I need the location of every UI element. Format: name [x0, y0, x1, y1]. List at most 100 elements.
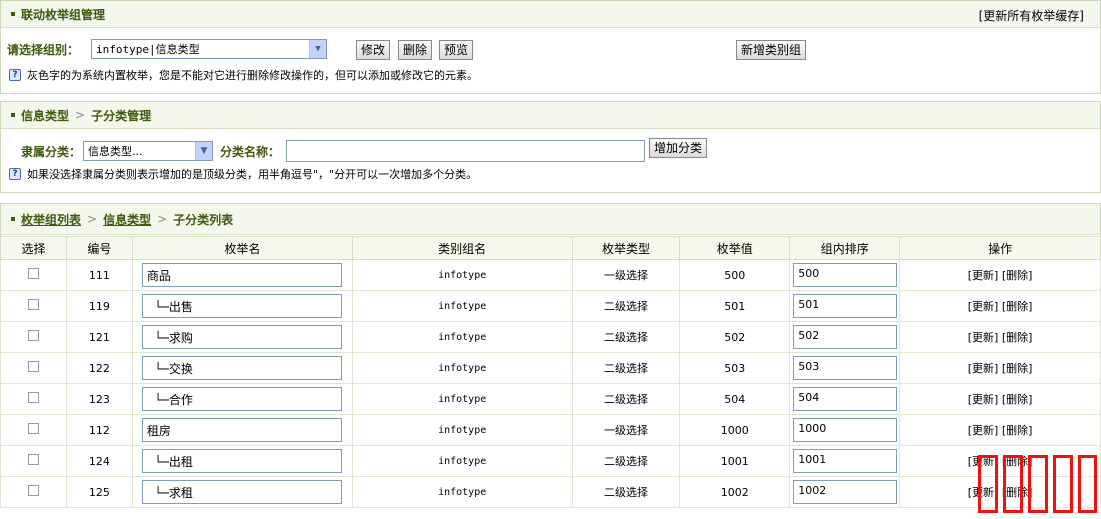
table-body: 111 商品 infotype 一级选择 500 500 [更新] [删除] 1… [0, 259, 1101, 508]
enum-name-input[interactable]: └─出租 [141, 449, 342, 473]
enum-name-cell: └─交换 [131, 352, 353, 384]
subcategory-header: 信息类型 > 子分类管理 [1, 102, 1100, 129]
subcategory-list-panel: 枚举组列表 > 信息类型 > 子分类列表 [0, 203, 1101, 236]
table-row: 124 └─出租 infotype 二级选择 1001 1001 [更新] [删… [0, 445, 1101, 477]
group-select[interactable]: infotype|信息类型 ▼ [91, 39, 327, 59]
red-box-overlay [1028, 455, 1048, 513]
row-enum-type: 二级选择 [571, 445, 681, 477]
row-id: 124 [65, 445, 133, 477]
col-group-name: 类别组名 [351, 236, 573, 260]
order-input[interactable]: 1000 [793, 418, 898, 442]
row-id: 119 [65, 290, 133, 322]
table-header-row: 选择 编号 枚举名 类别组名 枚举类型 枚举值 组内排序 操作 [0, 236, 1101, 260]
row-actions: [更新] [删除] [899, 352, 1101, 384]
parent-category-select[interactable]: 信息类型... ▼ [83, 141, 213, 161]
row-actions: [更新] [删除] [899, 259, 1101, 291]
delete-link[interactable]: [删除] [1002, 393, 1033, 406]
row-enum-type: 二级选择 [571, 383, 681, 415]
chevron-down-icon[interactable]: ▼ [309, 40, 326, 58]
row-checkbox[interactable] [27, 485, 39, 496]
update-link[interactable]: [更新] [968, 331, 999, 344]
enum-name-input[interactable]: └─交换 [141, 356, 342, 380]
edit-button[interactable]: 修改 [356, 40, 391, 60]
row-enum-value: 504 [679, 383, 791, 415]
chevron-down-icon[interactable]: ▼ [195, 142, 212, 160]
delete-link[interactable]: [删除] [1002, 331, 1033, 344]
order-input[interactable]: 1001 [793, 449, 898, 473]
red-box-overlay [1078, 455, 1097, 513]
red-box-overlay [1053, 455, 1073, 513]
order-input[interactable]: 503 [793, 356, 898, 380]
enum-name-cell: └─求租 [131, 476, 353, 508]
col-enum-name: 枚举名 [131, 236, 353, 260]
table-row: 112 租房 infotype 一级选择 1000 1000 [更新] [删除] [0, 414, 1101, 446]
enum-name-input[interactable]: └─出售 [141, 294, 342, 318]
delete-link[interactable]: [删除] [1002, 424, 1033, 437]
row-checkbox[interactable] [27, 330, 39, 341]
table-row: 123 └─合作 infotype 二级选择 504 504 [更新] [删除] [0, 383, 1101, 415]
breadcrumb-separator: > [157, 212, 168, 226]
row-checkbox-cell [0, 383, 67, 415]
update-link[interactable]: [更新] [968, 362, 999, 375]
update-link[interactable]: [更新] [968, 424, 999, 437]
update-link[interactable]: [更新] [968, 393, 999, 406]
row-checkbox[interactable] [27, 423, 39, 434]
row-enum-type: 一级选择 [571, 259, 681, 291]
subcategory-manage-panel: 信息类型 > 子分类管理 隶属分类： 信息类型... ▼ 分类名称： 增加分类 … [0, 101, 1101, 193]
row-id: 112 [65, 414, 133, 446]
row-checkbox-cell [0, 445, 67, 477]
delete-button[interactable]: 删除 [398, 40, 433, 60]
order-cell: 503 [789, 352, 901, 384]
update-link[interactable]: [更新] [968, 300, 999, 313]
col-enum-type: 枚举类型 [571, 236, 681, 260]
crumb-enum-group-list[interactable]: 枚举组列表 [21, 211, 81, 228]
order-input[interactable]: 500 [793, 263, 898, 287]
group-select-row: 请选择组别： infotype|信息类型 ▼ [7, 39, 327, 59]
col-actions: 操作 [899, 236, 1101, 260]
row-group-name: infotype [351, 414, 573, 446]
enum-table: 选择 编号 枚举名 类别组名 枚举类型 枚举值 组内排序 操作 111 商品 i… [0, 236, 1101, 508]
row-enum-value: 1001 [679, 445, 791, 477]
row-enum-type: 一级选择 [571, 414, 681, 446]
subcategory-note: ? 如果没选择隶属分类则表示增加的是顶级分类，用半角逗号"，"分开可以一次增加多… [9, 166, 477, 182]
new-group-button[interactable]: 新增类别组 [736, 40, 807, 60]
row-checkbox[interactable] [27, 361, 39, 372]
order-input[interactable]: 1002 [793, 480, 898, 504]
row-checkbox[interactable] [27, 392, 39, 403]
add-category-button[interactable]: 增加分类 [649, 138, 708, 158]
row-checkbox[interactable] [27, 454, 39, 465]
delete-link[interactable]: [删除] [1002, 300, 1033, 313]
table-row: 125 └─求租 infotype 二级选择 1002 1002 [更新] [删… [0, 476, 1101, 508]
red-box-overlay [978, 455, 998, 513]
update-link[interactable]: [更新] [968, 269, 999, 282]
order-cell: 500 [789, 259, 901, 291]
order-cell: 504 [789, 383, 901, 415]
enum-name-input[interactable]: └─求租 [141, 480, 342, 504]
category-name-input[interactable] [286, 140, 645, 162]
order-input[interactable]: 501 [793, 294, 898, 318]
enum-name-input[interactable]: └─求购 [141, 325, 342, 349]
row-checkbox-cell [0, 290, 67, 322]
row-checkbox[interactable] [27, 268, 39, 279]
delete-link[interactable]: [删除] [1002, 362, 1033, 375]
row-id: 121 [65, 321, 133, 353]
enum-name-input[interactable]: └─合作 [141, 387, 342, 411]
crumb-info-type-link[interactable]: 信息类型 [103, 211, 151, 228]
enum-name-cell: 租房 [131, 414, 353, 446]
row-actions: [更新] [删除] [899, 321, 1101, 353]
preview-button[interactable]: 预览 [439, 40, 474, 60]
enum-name-input[interactable]: 租房 [141, 418, 342, 442]
row-checkbox[interactable] [27, 299, 39, 310]
row-enum-value: 500 [679, 259, 791, 291]
order-input[interactable]: 504 [793, 387, 898, 411]
refresh-cache-link[interactable]: [更新所有枚举缓存] [979, 7, 1084, 24]
enum-name-cell: └─合作 [131, 383, 353, 415]
enum-name-input[interactable]: 商品 [141, 263, 342, 287]
row-checkbox-cell [0, 414, 67, 446]
parent-category-label: 隶属分类： [21, 144, 82, 159]
delete-link[interactable]: [删除] [1002, 269, 1033, 282]
row-checkbox-cell [0, 476, 67, 508]
enum-name-cell: └─出售 [131, 290, 353, 322]
subcategory-note-text: 如果没选择隶属分类则表示增加的是顶级分类，用半角逗号"，"分开可以一次增加多个分… [27, 168, 478, 181]
order-input[interactable]: 502 [793, 325, 898, 349]
